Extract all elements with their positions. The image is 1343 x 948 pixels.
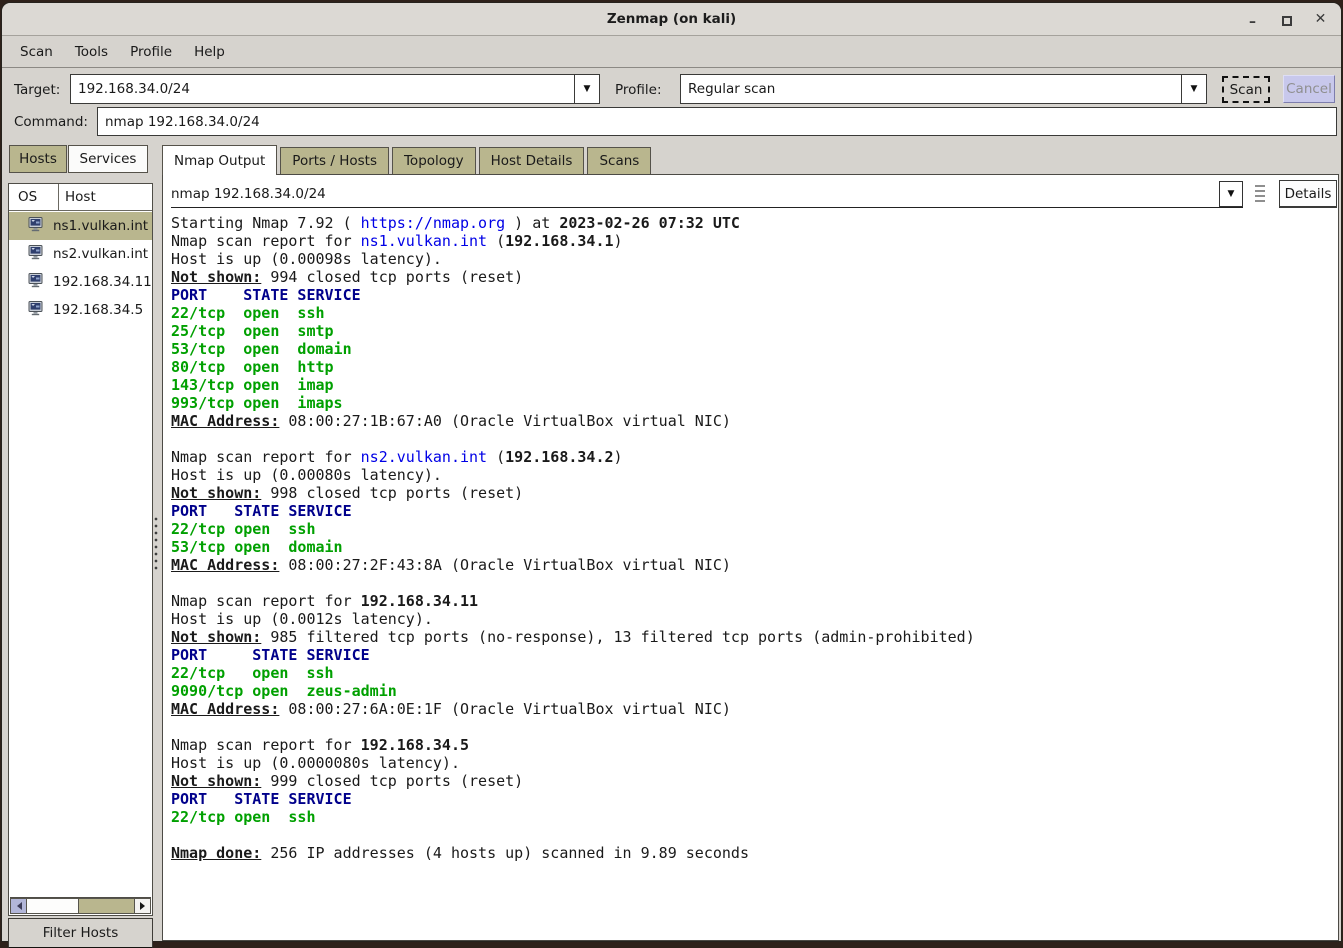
main-tabs: Nmap Output Ports / Hosts Topology Host … (162, 145, 651, 175)
menubar-separator (2, 67, 1341, 68)
output-link[interactable]: ns1.vulkan.int (361, 232, 487, 250)
command-label: Command: (14, 114, 88, 130)
target-dropdown-button[interactable]: ▼ (574, 75, 599, 103)
host-name: 192.168.34.11 (53, 274, 152, 290)
computer-icon (9, 217, 44, 236)
tab-scans[interactable]: Scans (587, 147, 651, 175)
host-row[interactable]: ns2.vulkan.int (9, 240, 152, 268)
host-list: ns1.vulkan.int ns2.vulkan.int 192.168.34.1… (9, 212, 152, 897)
host-list-headers: OS Host (9, 184, 152, 211)
tab-ports-hosts[interactable]: Ports / Hosts (280, 147, 389, 175)
cancel-button[interactable]: Cancel (1283, 75, 1335, 103)
nmap-output-panel: nmap 192.168.34.0/24 ▼ Details Starting … (162, 174, 1339, 941)
host-name: ns2.vulkan.int (53, 246, 148, 262)
menu-help[interactable]: Help (183, 39, 236, 65)
computer-icon (9, 273, 44, 292)
scan-selector-combobox: nmap 192.168.34.0/24 ▼ (171, 181, 1243, 208)
host-name: 192.168.34.5 (53, 302, 143, 318)
profile-dropdown-button[interactable]: ▼ (1181, 75, 1206, 103)
nmap-output-text[interactable]: Starting Nmap 7.92 ( https://nmap.org ) … (171, 214, 1336, 938)
chevron-down-icon: ▼ (1228, 189, 1235, 199)
tab-services[interactable]: Services (68, 145, 148, 173)
scroll-left-icon[interactable] (10, 898, 27, 914)
scan-selector-value[interactable]: nmap 192.168.34.0/24 (171, 181, 1219, 207)
target-input[interactable]: 192.168.34.0/24 (71, 81, 574, 97)
menu-profile[interactable]: Profile (119, 39, 183, 65)
menu-tools[interactable]: Tools (64, 39, 119, 65)
titlebar[interactable]: Zenmap (on kali) – ✕ (2, 3, 1341, 36)
chevron-down-icon: ▼ (1191, 84, 1198, 94)
target-label: Target: (14, 82, 60, 98)
scrollbar-thumb[interactable] (27, 898, 79, 914)
close-icon[interactable]: ✕ (1314, 13, 1327, 26)
zenmap-window: Zenmap (on kali) – ✕ Scan Tools Profile … (1, 2, 1342, 942)
paned-handle[interactable] (154, 517, 158, 571)
host-row[interactable]: ns1.vulkan.int (9, 212, 152, 240)
window-title: Zenmap (on kali) (607, 11, 736, 27)
output-link[interactable]: ns2.vulkan.int (361, 448, 487, 466)
host-name: ns1.vulkan.int (53, 218, 148, 234)
tab-nmap-output[interactable]: Nmap Output (162, 145, 277, 175)
tab-topology[interactable]: Topology (392, 147, 476, 175)
host-list-panel: OS Host ns1.vulkan.int ns2.vulkan.int 192.… (8, 183, 153, 916)
menu-scan[interactable]: Scan (9, 39, 64, 65)
chevron-down-icon: ▼ (584, 84, 591, 94)
menubar: Scan Tools Profile Help (2, 37, 1341, 67)
scrollbar-track[interactable] (79, 898, 134, 914)
window-controls: – ✕ (1246, 3, 1327, 35)
scan-selector-dropdown-button[interactable]: ▼ (1219, 181, 1243, 207)
column-header-os[interactable]: OS (9, 184, 59, 210)
column-header-host[interactable]: Host (59, 184, 152, 210)
computer-icon (9, 245, 44, 264)
filter-hosts-button[interactable]: Filter Hosts (8, 918, 153, 948)
horizontal-scrollbar[interactable] (10, 897, 151, 914)
scan-button[interactable]: Scan (1222, 76, 1270, 103)
toolbar-grip[interactable] (1255, 185, 1265, 205)
details-button[interactable]: Details (1279, 180, 1337, 208)
scroll-right-icon[interactable] (134, 898, 151, 914)
maximize-icon[interactable] (1280, 13, 1293, 26)
minimize-icon[interactable]: – (1246, 13, 1259, 26)
tab-host-details[interactable]: Host Details (479, 147, 585, 175)
output-link[interactable]: https://nmap.org (361, 214, 506, 232)
tab-hosts[interactable]: Hosts (9, 145, 67, 173)
host-row[interactable]: 192.168.34.5 (9, 296, 152, 324)
computer-icon (9, 301, 44, 320)
profile-combobox: Regular scan ▼ (680, 74, 1207, 104)
command-input[interactable]: nmap 192.168.34.0/24 (97, 107, 1337, 136)
profile-input[interactable]: Regular scan (681, 81, 1181, 97)
profile-label: Profile: (615, 82, 662, 98)
host-row[interactable]: 192.168.34.11 (9, 268, 152, 296)
target-combobox: 192.168.34.0/24 ▼ (70, 74, 600, 104)
